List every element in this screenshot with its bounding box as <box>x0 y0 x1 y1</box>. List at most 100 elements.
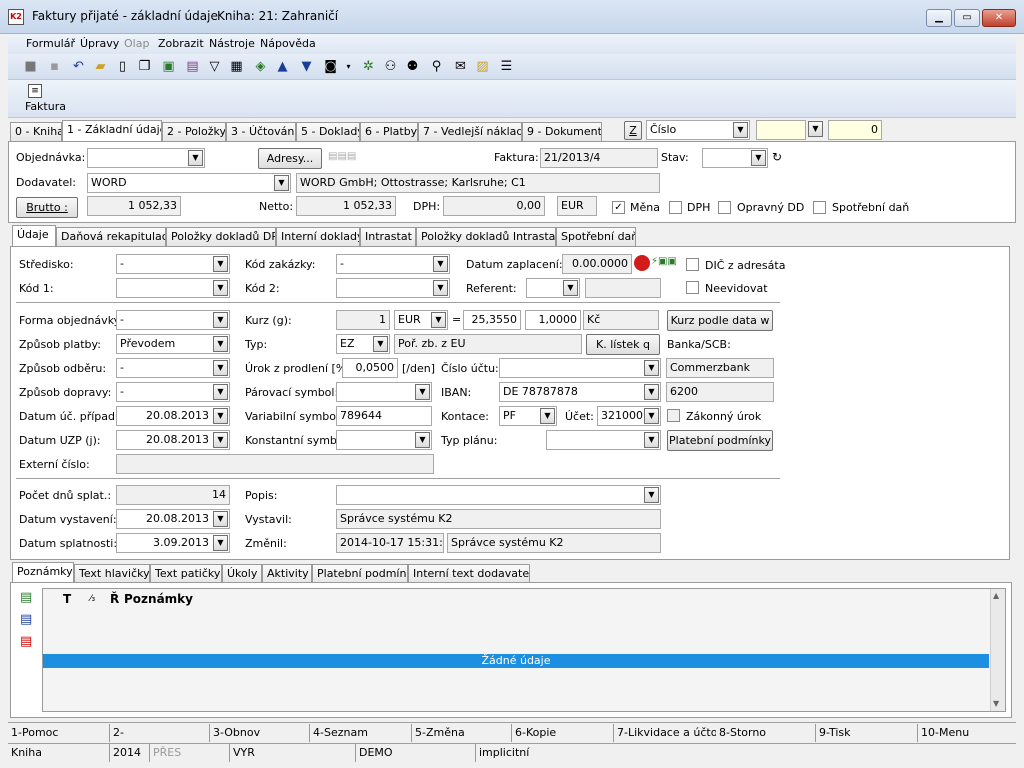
kurz-currency-select[interactable]: EUR ▼ <box>394 310 448 330</box>
notetab-ukoly[interactable]: Úkoly <box>222 564 262 584</box>
k-listek-button[interactable]: K. lístek q <box>586 334 660 355</box>
dph-checkbox[interactable] <box>669 201 682 214</box>
tab-vedlejsi-naklady[interactable]: 7 - Vedlejší náklady <box>418 122 522 142</box>
payment-chain-icon[interactable]: ⚡▣▣ <box>651 256 677 267</box>
datum-uzp-input[interactable]: 20.08.2013 ▼ <box>116 430 230 450</box>
filter-document-icon[interactable]: ▦ <box>228 58 245 75</box>
opravny-checkbox[interactable] <box>718 201 731 214</box>
notetab-interni-text[interactable]: Interní text dodavatele <box>408 564 530 584</box>
refresh-icon[interactable]: ↻ <box>772 150 782 164</box>
menu-zobrazit[interactable]: Zobrazit <box>158 37 204 50</box>
camera-dropdown-icon[interactable]: ▾ <box>340 58 357 75</box>
stack-icon[interactable]: ◈ <box>252 58 269 75</box>
tab-uctovani[interactable]: 3 - Účtování <box>226 122 296 142</box>
linked-icon[interactable]: ✲ <box>360 58 377 75</box>
externi-input[interactable] <box>116 454 434 474</box>
subtab-spotrebni-dan[interactable]: Spotřební daň <box>556 227 636 247</box>
cislo-uctu-select[interactable]: ▼ <box>499 358 661 378</box>
new-document-icon[interactable]: ▯ <box>114 58 131 75</box>
dodavatel-select[interactable]: WORD ▼ <box>87 173 291 193</box>
popis-select[interactable]: ▼ <box>336 485 661 505</box>
vertical-scrollbar[interactable] <box>990 589 1005 711</box>
tab-doklady[interactable]: 5 - Doklady <box>296 122 360 142</box>
chevron-down-icon[interactable]: ▼ <box>563 280 578 296</box>
subtab-interni-doklady[interactable]: Interní doklady <box>276 227 360 247</box>
mail-icon[interactable]: ✉ <box>452 58 469 75</box>
book-icon[interactable]: ▤ <box>184 58 201 75</box>
delete-note-icon[interactable]: ▤ <box>20 634 32 649</box>
menu-nastroje[interactable]: Nástroje <box>209 37 255 50</box>
scroll-down-icon[interactable]: ▼ <box>993 699 999 708</box>
undo-icon[interactable]: ↶ <box>70 58 87 75</box>
spotrebni-checkbox[interactable] <box>813 201 826 214</box>
subtab-danova-rekapitulace[interactable]: Daňová rekapitulace <box>56 227 166 247</box>
tab-polozky[interactable]: 2 - Položky <box>162 122 226 142</box>
datum-splatnosti-input[interactable]: 3.09.2013 ▼ <box>116 533 230 553</box>
kod1-select[interactable]: ▼ <box>116 278 230 298</box>
datum-uc-input[interactable]: 20.08.2013 ▼ <box>116 406 230 426</box>
fkey-tisk[interactable]: 9-Tisk <box>816 724 918 742</box>
filter-icon[interactable]: ▽ <box>206 58 223 75</box>
faktura-button[interactable]: Faktura <box>25 100 66 113</box>
stredisko-select[interactable]: - ▼ <box>116 254 230 274</box>
chevron-down-icon[interactable]: ▼ <box>213 336 228 352</box>
menu-napoveda[interactable]: Nápověda <box>260 37 316 50</box>
mena-checkbox[interactable]: ✓ <box>612 201 625 214</box>
search-field-select[interactable]: Číslo ▼ <box>646 120 750 140</box>
chevron-down-icon[interactable]: ▼ <box>431 312 446 328</box>
stav-select[interactable]: ▼ <box>702 148 768 168</box>
neevidovat-checkbox[interactable] <box>686 281 699 294</box>
open-folder-icon[interactable]: ▰ <box>92 58 109 75</box>
kurz-rate-input[interactable]: 25,3550 <box>463 310 521 330</box>
search-plus-icon[interactable]: ⚲ <box>428 58 445 75</box>
chevron-down-icon[interactable]: ▼ <box>415 432 430 448</box>
chevron-down-icon[interactable]: ▼ <box>274 175 289 191</box>
chevron-down-icon[interactable]: ▼ <box>213 360 228 376</box>
notetab-poznamky[interactable]: Poznámky <box>12 562 74 584</box>
menu-lines-icon[interactable]: ☰ <box>498 58 515 75</box>
subtab-polozky-intrastatu[interactable]: Položky dokladů Intrastatu <box>416 227 556 247</box>
notetab-text-paticky[interactable]: Text patičky <box>150 564 222 584</box>
chevron-down-icon[interactable]: ▼ <box>213 280 228 296</box>
notes-icon[interactable]: ▨ <box>474 58 491 75</box>
zpusob-platby-select[interactable]: Převodem ▼ <box>116 334 230 354</box>
tab-zakladni-udaje[interactable]: 1 - Základní údaje <box>62 120 162 142</box>
chevron-down-icon[interactable]: ▼ <box>213 511 228 527</box>
arrow-up-icon[interactable]: ▲ <box>274 58 291 75</box>
menu-upravy[interactable]: Úpravy <box>80 37 119 50</box>
title-bar[interactable]: K2 Faktury přijaté - základní údaje Knih… <box>0 0 1024 34</box>
fkey-zmena[interactable]: 5-Změna <box>412 724 512 742</box>
chevron-down-icon[interactable]: ▼ <box>644 360 659 376</box>
faktura-icon[interactable]: ≡ <box>28 84 42 98</box>
notetab-platebni-podminky[interactable]: Platební podmínky <box>312 564 408 584</box>
brutto-button[interactable]: Brutto : <box>16 197 78 218</box>
typ-select[interactable]: EZ ▼ <box>336 334 390 354</box>
kurz-podle-data-button[interactable]: Kurz podle data w <box>667 310 773 331</box>
typ-planu-select[interactable]: ▼ <box>546 430 661 450</box>
adresy-button[interactable]: Adresy... <box>258 148 322 169</box>
search-value-input[interactable] <box>756 120 806 140</box>
copy-icon[interactable]: ❐ <box>136 58 153 75</box>
address-copy-icon[interactable]: ▤▤▤ <box>328 151 356 162</box>
chevron-down-icon[interactable]: ▼ <box>213 312 228 328</box>
binoculars-icon[interactable]: ⚇ <box>382 58 399 75</box>
chevron-down-icon[interactable]: ▼ <box>644 487 659 503</box>
chevron-down-icon[interactable]: ▼ <box>644 408 659 424</box>
zpusob-odberu-select[interactable]: - ▼ <box>116 358 230 378</box>
binoculars-next-icon[interactable]: ⚉ <box>404 58 421 75</box>
maximize-icon[interactable]: ▭ <box>954 9 980 27</box>
chevron-down-icon[interactable]: ▼ <box>433 256 448 272</box>
notetab-text-hlavicky[interactable]: Text hlavičky <box>74 564 150 584</box>
notetab-aktivity[interactable]: Aktivity <box>262 564 312 584</box>
close-icon[interactable]: ✕ <box>982 9 1016 27</box>
column-poznamky[interactable]: Poznámky <box>124 592 193 606</box>
arrow-down-icon[interactable]: ▼ <box>298 58 315 75</box>
subtab-intrastat[interactable]: Intrastat <box>360 227 416 247</box>
konstantni-select[interactable]: ▼ <box>336 430 432 450</box>
add-note-icon[interactable]: ▤ <box>20 590 32 605</box>
minimize-icon[interactable]: ▁ <box>926 9 952 27</box>
fkey-obnov[interactable]: 3-Obnov <box>210 724 310 742</box>
fkey-storno[interactable]: 8-Storno <box>716 724 816 742</box>
kod2-select[interactable]: ▼ <box>336 278 450 298</box>
fkey-menu[interactable]: 10-Menu <box>918 724 1016 742</box>
